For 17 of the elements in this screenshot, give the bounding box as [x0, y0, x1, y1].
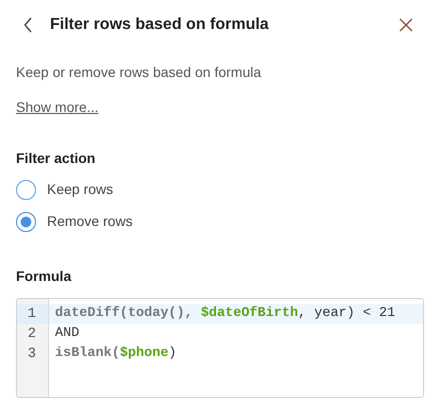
show-more-link[interactable]: Show more...	[16, 97, 98, 118]
code-line: AND	[54, 325, 80, 343]
radio-label: Remove rows	[47, 212, 133, 231]
panel-title: Filter rows based on formula	[50, 15, 269, 35]
close-icon	[399, 18, 413, 32]
section-heading: Filter action	[16, 149, 96, 168]
radio-button[interactable]	[16, 180, 36, 200]
code-line: isBlank($phone)	[54, 345, 178, 363]
description-text: Keep or remove rows based on formula	[16, 63, 262, 82]
line-number: 2	[26, 325, 37, 344]
line-number: 3	[26, 345, 37, 364]
radio-button[interactable]	[16, 212, 36, 232]
line-number: 1	[17, 304, 48, 324]
code-editor[interactable]: 1 2 3 dateDiff(today(), $dateOfBirth, year) < 21 AND isBlank($phone)	[16, 298, 424, 398]
section-heading: Formula	[16, 267, 72, 286]
radio-label: Keep rows	[47, 180, 114, 199]
chevron-left-icon	[23, 17, 33, 33]
